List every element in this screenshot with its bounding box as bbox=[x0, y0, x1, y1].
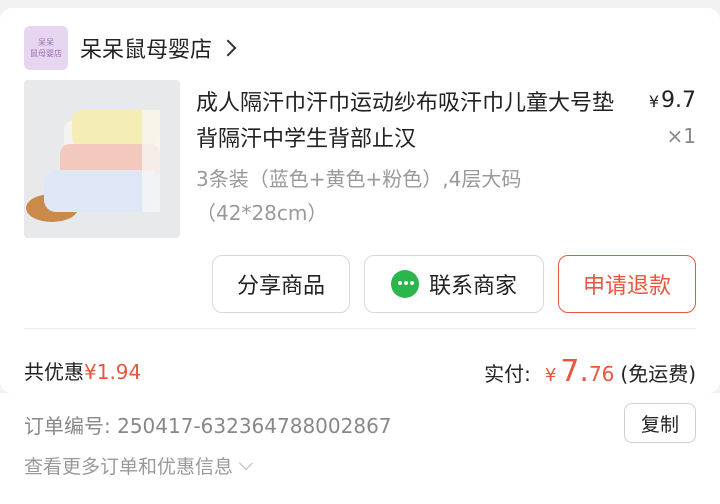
shop-logo-line2: 鼠母婴店 bbox=[30, 49, 62, 58]
product-quantity: ×1 bbox=[666, 124, 696, 148]
price-symbol: ¥ bbox=[648, 92, 659, 111]
discount-label: 共优惠 bbox=[24, 360, 84, 384]
contact-seller-button[interactable]: 联系商家 bbox=[364, 255, 544, 313]
chevron-right-icon bbox=[219, 39, 237, 57]
total-discount: 共优惠¥1.94 bbox=[24, 356, 141, 385]
price-value: 9.7 bbox=[661, 88, 696, 113]
shipping-note: (免运费) bbox=[620, 362, 696, 386]
copy-order-number-button[interactable]: 复制 bbox=[624, 403, 696, 443]
paid-label: 实付: bbox=[484, 362, 531, 386]
view-more-orders-link[interactable]: 查看更多订单和优惠信息 bbox=[24, 452, 254, 479]
paid-symbol: ¥ bbox=[544, 365, 557, 386]
shop-logo: 呆呆 鼠母婴店 bbox=[24, 26, 68, 70]
shop-logo-line1: 呆呆 bbox=[38, 38, 54, 47]
discount-amount: ¥1.94 bbox=[84, 360, 142, 384]
request-refund-button[interactable]: 申请退款 bbox=[558, 255, 696, 313]
product-sku: 3条装（蓝色+黄色+粉色）,4层大码（42*28cm） bbox=[196, 167, 522, 225]
wechat-chat-icon bbox=[390, 270, 419, 298]
shop-header[interactable]: 呆呆 鼠母婴店 呆呆鼠母婴店 bbox=[24, 26, 237, 70]
view-more-label: 查看更多订单和优惠信息 bbox=[24, 456, 234, 478]
share-product-button[interactable]: 分享商品 bbox=[212, 255, 350, 313]
amount-paid: 实付: ¥ 7. 76 (免运费) bbox=[484, 354, 696, 389]
product-image[interactable] bbox=[24, 80, 180, 238]
order-number: 订单编号: 250417-632364788002867 bbox=[24, 414, 392, 438]
shop-name[interactable]: 呆呆鼠母婴店 bbox=[80, 32, 212, 64]
divider bbox=[24, 328, 696, 329]
order-card: 呆呆 鼠母婴店 呆呆鼠母婴店 成人隔汗巾汗巾运动纱布吸汗巾儿童大号垫背隔汗中学生… bbox=[0, 8, 720, 393]
paid-decimal: 76 bbox=[588, 362, 615, 386]
product-title[interactable]: 成人隔汗巾汗巾运动纱布吸汗巾儿童大号垫背隔汗中学生背部止汉 bbox=[196, 86, 616, 158]
contact-seller-label: 联系商家 bbox=[428, 274, 517, 299]
paid-integer: 7. bbox=[560, 354, 589, 389]
product-price: ¥9.7 bbox=[649, 88, 696, 113]
chevron-down-icon bbox=[238, 455, 254, 470]
